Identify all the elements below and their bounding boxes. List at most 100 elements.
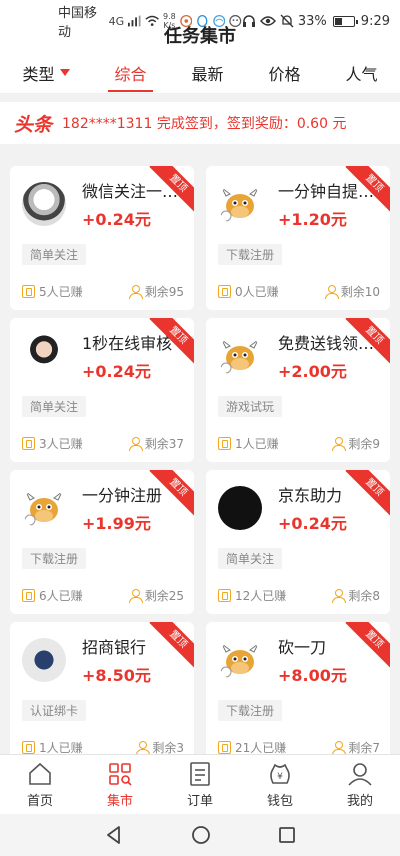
person-icon (332, 589, 347, 603)
task-reward: +8.00元 (278, 666, 347, 685)
task-category-tag: 游戏试玩 (218, 396, 283, 417)
headline-badge: 头条 (14, 113, 53, 136)
nav-orders[interactable]: 订单 (170, 761, 230, 809)
remaining-count: 剩余10 (324, 283, 380, 300)
remaining-count: 剩余8 (332, 587, 380, 604)
avatar (218, 638, 262, 682)
wifi-icon (145, 15, 159, 26)
task-reward: +1.99元 (82, 514, 151, 533)
task-title: 招商银行 (82, 638, 147, 657)
task-card[interactable]: 置顶 微信关注一… +0.24元 简单关注 5人已赚 剩余95 (10, 166, 194, 310)
avatar (218, 486, 262, 530)
task-reward: +8.50元 (82, 666, 151, 685)
coin-icon (22, 285, 35, 298)
network-type: 4G (108, 14, 125, 28)
person-icon (128, 285, 143, 299)
remaining-count: 剩余95 (128, 283, 184, 300)
home-icon (29, 762, 51, 785)
avatar (22, 486, 66, 530)
earned-count: 12人已赚 (218, 587, 286, 604)
avatar (22, 334, 66, 378)
order-icon (190, 761, 210, 786)
earned-count: 1人已赚 (218, 435, 279, 452)
coin-icon (22, 589, 35, 602)
person-icon (136, 741, 151, 755)
coin-icon (218, 437, 231, 450)
task-category-tag: 下载注册 (218, 700, 283, 721)
headline-text: 182****1311 完成签到，签到奖励：0.60 元 (62, 116, 347, 132)
task-category-tag: 下载注册 (218, 244, 283, 265)
battery-icon (332, 15, 358, 27)
nav-profile[interactable]: 我的 (330, 761, 390, 809)
task-card[interactable]: 置顶 一分钟自提… +1.20元 下载注册 0人已赚 剩余10 (206, 166, 390, 310)
recents-icon[interactable] (278, 826, 296, 844)
task-title: 1秒在线审核 (82, 334, 173, 353)
person-icon (128, 437, 143, 451)
nav-market[interactable]: 集市 (90, 761, 150, 809)
task-reward: +0.24元 (82, 362, 151, 381)
eye-icon (259, 16, 276, 26)
tab-price[interactable]: 价格 (262, 52, 306, 94)
task-card[interactable]: 置顶 一分钟注册 +1.99元 下载注册 6人已赚 剩余25 (10, 470, 194, 614)
avatar (218, 182, 262, 226)
tab-latest[interactable]: 最新 (185, 52, 229, 94)
mute-bell-icon (280, 14, 294, 28)
task-reward: +1.20元 (278, 210, 347, 229)
home-circle-icon[interactable] (191, 825, 211, 845)
market-icon (109, 762, 132, 786)
nav-wallet[interactable]: ¥ 钱包 (250, 761, 310, 809)
task-card[interactable]: 置顶 招商银行 +8.50元 认证绑卡 1人已赚 剩余3 (10, 622, 194, 766)
earned-count: 6人已赚 (22, 587, 83, 604)
task-title: 京东助力 (278, 486, 343, 505)
coin-icon (218, 589, 231, 602)
bottom-nav: 首页 集市 订单 ¥ 钱包 我的 (0, 754, 400, 814)
tab-popularity[interactable]: 人气 (339, 52, 383, 94)
back-icon[interactable] (104, 825, 124, 845)
system-nav-bar (0, 814, 400, 856)
wallet-icon: ¥ (270, 763, 290, 784)
task-card[interactable]: 置顶 1秒在线审核 +0.24元 简单关注 3人已赚 剩余37 (10, 318, 194, 462)
task-card[interactable]: 置顶 京东助力 +0.24元 简单关注 12人已赚 剩余8 (206, 470, 390, 614)
nav-home[interactable]: 首页 (10, 761, 70, 809)
remaining-count: 剩余25 (128, 587, 184, 604)
carrier-label: 中国移动 (58, 6, 98, 40)
avatar (218, 334, 262, 378)
tab-type[interactable]: 类型 (16, 52, 75, 94)
coin-icon (218, 741, 231, 754)
headset-icon (242, 15, 255, 27)
task-reward: +2.00元 (278, 362, 347, 381)
task-card[interactable]: 置顶 免费送钱领… +2.00元 游戏试玩 1人已赚 剩余9 (206, 318, 390, 462)
coin-icon (22, 437, 35, 450)
remaining-count: 剩余9 (332, 435, 380, 452)
earned-count: 3人已赚 (22, 435, 83, 452)
task-category-tag: 下载注册 (22, 548, 87, 569)
task-category-tag: 认证绑卡 (22, 700, 87, 721)
task-grid: 置顶 微信关注一… +0.24元 简单关注 5人已赚 剩余95 置顶 一分钟自提… +1.20元… (10, 166, 390, 766)
task-reward: +0.24元 (278, 514, 347, 533)
battery-percent: 33% (297, 13, 327, 29)
person-icon (332, 741, 347, 755)
svg-text:¥: ¥ (277, 772, 283, 782)
avatar (22, 638, 66, 682)
earned-count: 5人已赚 (22, 283, 83, 300)
task-category-tag: 简单关注 (22, 244, 87, 265)
signal-icon (128, 15, 141, 27)
task-category-tag: 简单关注 (22, 396, 87, 417)
profile-icon (348, 762, 372, 786)
task-reward: +0.24元 (82, 210, 151, 229)
clock: 9:29 (360, 13, 390, 29)
person-icon (332, 437, 347, 451)
remaining-count: 剩余37 (128, 435, 184, 452)
dropdown-triangle-icon (59, 69, 70, 76)
person-icon (128, 589, 143, 603)
headline-ticker[interactable]: 头条 182****1311 完成签到，签到奖励：0.60 元 (0, 102, 400, 144)
coin-icon (22, 741, 35, 754)
task-category-tag: 简单关注 (218, 548, 283, 569)
filter-tabs: 类型 综合 最新 价格 人气 (0, 52, 400, 94)
task-title: 砍一刀 (278, 638, 327, 657)
coin-icon (218, 285, 231, 298)
tab-comprehensive[interactable]: 综合 (108, 52, 153, 94)
person-icon (324, 285, 339, 299)
task-card[interactable]: 置顶 砍一刀 +8.00元 下载注册 21人已赚 剩余7 (206, 622, 390, 766)
earned-count: 0人已赚 (218, 283, 279, 300)
